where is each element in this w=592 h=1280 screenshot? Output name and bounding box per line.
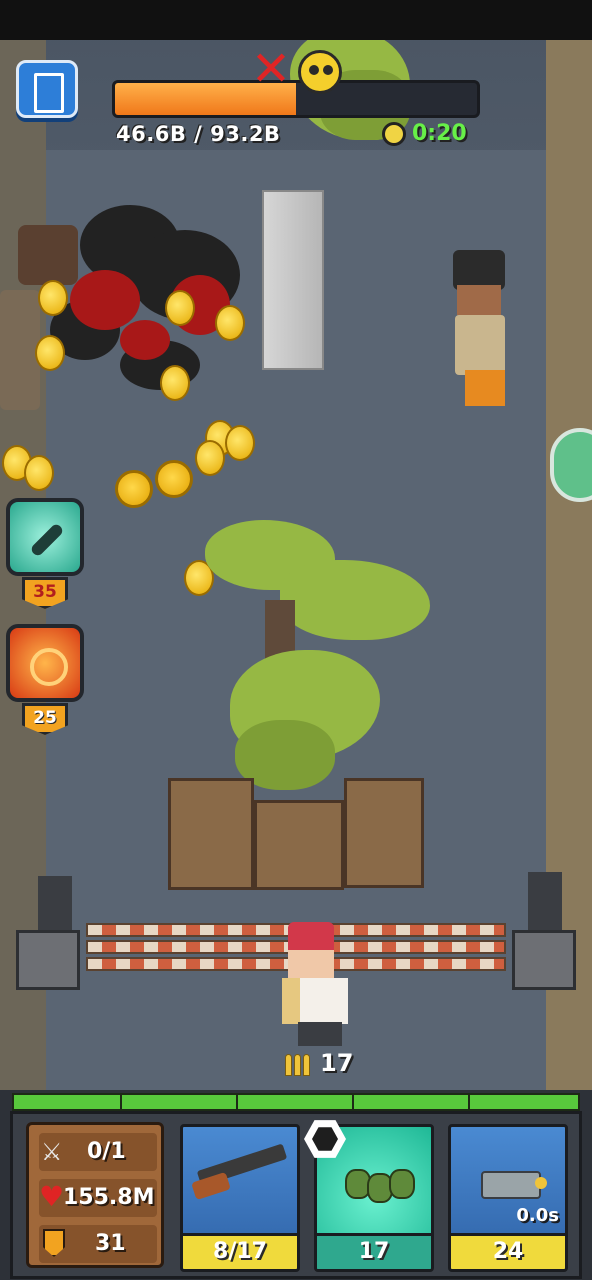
stone-pillar [262, 190, 324, 370]
player-health: 155.8M [63, 1185, 155, 1210]
repair-wrench-skill-button[interactable] [6, 498, 84, 576]
wooden-crate [254, 800, 344, 890]
player-body [300, 978, 348, 1024]
game-scene [0, 0, 592, 1090]
soldier-face [457, 285, 501, 315]
side-chat-button[interactable] [550, 428, 592, 502]
turret-right-gun [528, 872, 562, 930]
crosshair-icon [30, 648, 68, 686]
bullets-icon [285, 1050, 311, 1076]
fire-burst [120, 320, 170, 360]
player-stats-panel: ⚔ 0/1 ♥ 155.8M 31 [26, 1122, 164, 1268]
battery-cannon-icon [481, 1171, 541, 1199]
stopwatch-icon [382, 122, 406, 146]
gold-coin [35, 335, 65, 371]
gold-coin [195, 440, 225, 476]
zombie-enemy [0, 290, 40, 410]
weapon-ammo-label: 24 [451, 1233, 565, 1269]
boss-skull-icon [298, 50, 342, 94]
weapon-ammo-label: 8/17 [183, 1233, 297, 1269]
player-legs [298, 1022, 342, 1046]
target-burst-skill-button[interactable] [6, 624, 84, 702]
turret-left-gun [38, 876, 72, 930]
gold-coin [155, 460, 193, 498]
player-character [278, 922, 358, 1047]
heart-icon: ♥ [39, 1180, 65, 1213]
wave-segment-divider [352, 1095, 354, 1109]
weapon-card-battery-cannon[interactable]: 0.0s 24 [448, 1124, 568, 1272]
player-head [288, 950, 334, 980]
ammo-count: 17 [320, 1049, 354, 1077]
wrench-icon [29, 522, 65, 558]
gold-coin [24, 455, 54, 491]
boss-health-bar [112, 80, 480, 118]
boss-health-text: 46.6B / 93.2B [116, 122, 281, 146]
wooden-crate [344, 778, 424, 888]
soldier-legs [465, 370, 505, 406]
gold-coin [225, 425, 255, 461]
wave-segment-divider [468, 1095, 470, 1109]
exit-door-icon [34, 73, 64, 113]
gold-coin [215, 305, 245, 341]
status-bar-area [0, 0, 592, 40]
weapon-cooldown: 0.0s [516, 1205, 559, 1226]
wave-progress-bar [12, 1093, 580, 1111]
soldier-enemy [445, 250, 515, 410]
shotgun-stock [191, 1171, 231, 1201]
gold-coin [115, 470, 153, 508]
weapon-card-shotgun[interactable]: 8/17 [180, 1124, 300, 1272]
soldier-helmet [453, 250, 505, 290]
gold-coin [160, 365, 190, 401]
wave-segment-divider [120, 1095, 122, 1109]
gold-coin [165, 290, 195, 326]
turret-right [512, 930, 576, 990]
gold-coin [38, 280, 68, 316]
defeated-boss-x-icon: ✕ [250, 41, 292, 97]
grenade-icon [389, 1169, 415, 1199]
crossed-swords-icon: ⚔ [41, 1138, 63, 1166]
cannon-nozzle [535, 1177, 547, 1189]
wave-segment-divider [236, 1095, 238, 1109]
wooden-crate [168, 778, 254, 890]
player-cap [288, 922, 334, 952]
turret-left [16, 930, 80, 990]
fire-burst [70, 270, 140, 330]
weapon-ammo-label: 17 [317, 1233, 431, 1269]
wave-timer: 0:20 [412, 121, 467, 146]
shield-level: 31 [95, 1231, 126, 1256]
soldier-body [455, 315, 505, 375]
exit-button[interactable] [16, 60, 78, 118]
zombie-enemy [18, 225, 78, 285]
kills-count: 0/1 [87, 1139, 126, 1164]
